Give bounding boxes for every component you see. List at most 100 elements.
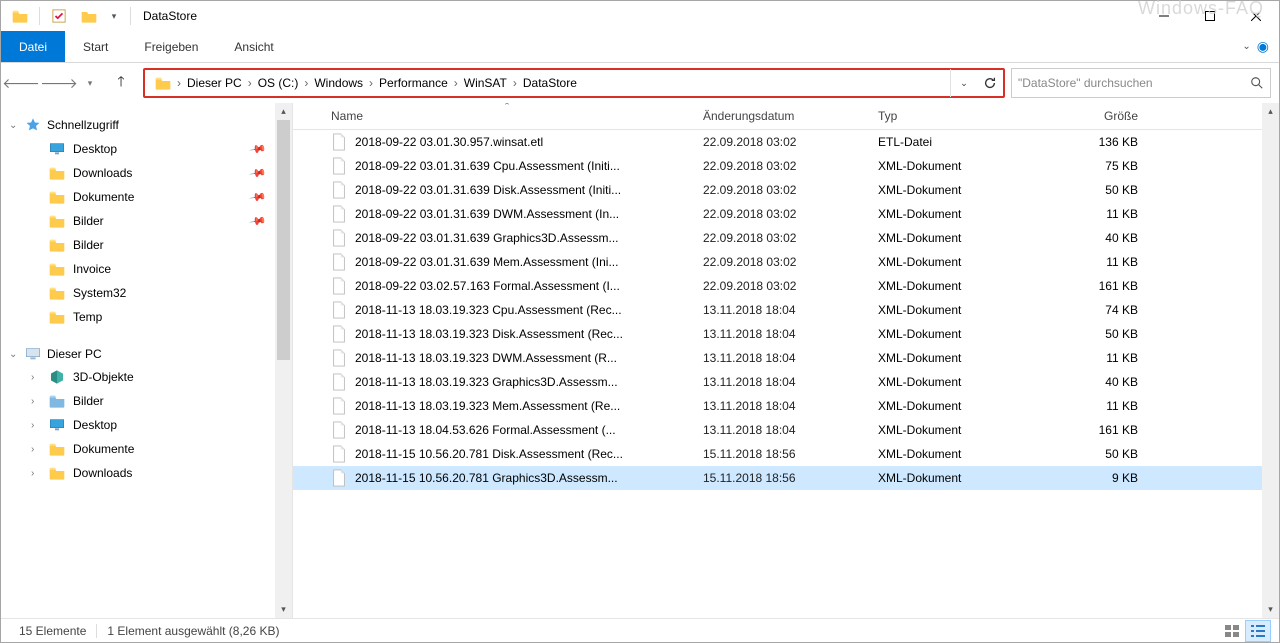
file-type: ETL-Datei bbox=[868, 135, 1038, 149]
file-rows: 2018-09-22 03.01.30.957.winsat.etl22.09.… bbox=[293, 130, 1279, 490]
properties-button[interactable] bbox=[46, 3, 72, 29]
scroll-down-icon[interactable]: ▾ bbox=[275, 601, 292, 618]
file-row[interactable]: 2018-09-22 03.02.57.163 Formal.Assessmen… bbox=[293, 274, 1279, 298]
chevron-right-icon[interactable]: › bbox=[31, 420, 34, 431]
file-row[interactable]: 2018-09-22 03.01.31.639 Disk.Assessment … bbox=[293, 178, 1279, 202]
chevron-right-icon[interactable]: › bbox=[246, 76, 254, 90]
file-row[interactable]: 2018-11-13 18.03.19.323 Graphics3D.Asses… bbox=[293, 370, 1279, 394]
content-area: ⌄ Schnellzugriff Desktop📌Downloads📌Dokum… bbox=[1, 103, 1279, 618]
tree-item[interactable]: Dokumente📌 bbox=[1, 185, 275, 209]
tree-item[interactable]: ›Downloads bbox=[1, 461, 275, 485]
tab-share[interactable]: Freigeben bbox=[126, 31, 216, 62]
tree-item[interactable]: System32 bbox=[1, 281, 275, 305]
column-name[interactable]: ⌃ Name bbox=[321, 109, 693, 123]
breadcrumb-segment[interactable]: Performance bbox=[375, 76, 452, 90]
breadcrumb-root-icon[interactable] bbox=[151, 76, 175, 90]
recent-dropdown[interactable]: ▾ bbox=[81, 69, 99, 97]
tree-item[interactable]: Invoice bbox=[1, 257, 275, 281]
file-size: 136 KB bbox=[1038, 135, 1148, 149]
breadcrumb-segment[interactable]: Windows bbox=[310, 76, 367, 90]
pin-icon: 📌 bbox=[249, 188, 268, 207]
quick-access-header[interactable]: ⌄ Schnellzugriff bbox=[1, 113, 275, 137]
forward-button[interactable]: 🡒 bbox=[43, 69, 75, 97]
file-date: 13.11.2018 18:04 bbox=[693, 327, 868, 341]
tab-start[interactable]: Start bbox=[65, 31, 126, 62]
file-icon bbox=[331, 277, 355, 295]
tab-file[interactable]: Datei bbox=[1, 31, 65, 62]
maximize-button[interactable] bbox=[1187, 1, 1233, 31]
chevron-right-icon[interactable]: › bbox=[367, 76, 375, 90]
file-row[interactable]: 2018-11-13 18.03.19.323 Cpu.Assessment (… bbox=[293, 298, 1279, 322]
chevron-right-icon[interactable]: › bbox=[175, 76, 183, 90]
chevron-right-icon[interactable]: › bbox=[31, 468, 34, 479]
search-icon[interactable] bbox=[1250, 76, 1264, 90]
tree-item[interactable]: Temp bbox=[1, 305, 275, 329]
column-type[interactable]: Typ bbox=[868, 109, 1038, 123]
chevron-right-icon[interactable]: › bbox=[511, 76, 519, 90]
chevron-down-icon[interactable]: ⌄ bbox=[9, 120, 17, 131]
navpane-scrollbar[interactable]: ▴ ▾ bbox=[275, 103, 292, 618]
tree-item-label: Dokumente bbox=[73, 442, 134, 456]
file-row[interactable]: 2018-11-13 18.03.19.323 Disk.Assessment … bbox=[293, 322, 1279, 346]
file-row[interactable]: 2018-11-13 18.03.19.323 Mem.Assessment (… bbox=[293, 394, 1279, 418]
search-input[interactable] bbox=[1018, 76, 1250, 90]
minimize-button[interactable] bbox=[1141, 1, 1187, 31]
search-box[interactable] bbox=[1011, 68, 1271, 98]
file-name: 2018-09-22 03.01.31.639 Graphics3D.Asses… bbox=[355, 231, 618, 245]
breadcrumb-segment[interactable]: DataStore bbox=[519, 76, 581, 90]
breadcrumb-segment[interactable]: OS (C:) bbox=[254, 76, 303, 90]
file-row[interactable]: 2018-11-13 18.03.19.323 DWM.Assessment (… bbox=[293, 346, 1279, 370]
chevron-right-icon[interactable]: › bbox=[31, 444, 34, 455]
help-icon[interactable]: ◉ bbox=[1257, 38, 1269, 55]
tree-item[interactable]: › Dokumente bbox=[1, 437, 275, 461]
view-details-button[interactable] bbox=[1245, 620, 1271, 642]
tree-item[interactable]: Bilder📌 bbox=[1, 209, 275, 233]
file-row[interactable]: 2018-09-22 03.01.31.639 Mem.Assessment (… bbox=[293, 250, 1279, 274]
chevron-down-icon[interactable]: ⌄ bbox=[9, 349, 17, 360]
file-row[interactable]: 2018-11-15 10.56.20.781 Disk.Assessment … bbox=[293, 442, 1279, 466]
chevron-right-icon[interactable]: › bbox=[302, 76, 310, 90]
file-type: XML-Dokument bbox=[868, 183, 1038, 197]
status-selection: 1 Element ausgewählt (8,26 KB) bbox=[97, 624, 289, 638]
address-dropdown-button[interactable]: ⌄ bbox=[951, 69, 977, 97]
breadcrumb-segment[interactable]: Dieser PC bbox=[183, 76, 246, 90]
back-button[interactable]: 🡐 bbox=[5, 69, 37, 97]
ribbon-expand-icon[interactable]: ⌄ bbox=[1242, 41, 1250, 52]
file-row[interactable]: 2018-09-22 03.01.31.639 Graphics3D.Asses… bbox=[293, 226, 1279, 250]
tree-item[interactable]: ›3D-Objekte bbox=[1, 365, 275, 389]
breadcrumb-segment[interactable]: WinSAT bbox=[460, 76, 511, 90]
close-button[interactable] bbox=[1233, 1, 1279, 31]
scroll-up-icon[interactable]: ▴ bbox=[1262, 103, 1279, 120]
tab-view[interactable]: Ansicht bbox=[216, 31, 291, 62]
refresh-button[interactable] bbox=[977, 69, 1003, 97]
new-folder-button[interactable] bbox=[76, 3, 102, 29]
qat-dropdown-button[interactable]: ▾ bbox=[106, 3, 122, 29]
tree-item[interactable]: Bilder bbox=[1, 233, 275, 257]
chevron-right-icon[interactable]: › bbox=[31, 396, 34, 407]
tree-item[interactable]: ›Bilder bbox=[1, 389, 275, 413]
tree-item[interactable]: Downloads📌 bbox=[1, 161, 275, 185]
chevron-right-icon[interactable]: › bbox=[452, 76, 460, 90]
column-date[interactable]: Änderungsdatum bbox=[693, 109, 868, 123]
file-row[interactable]: 2018-09-22 03.01.31.639 Cpu.Assessment (… bbox=[293, 154, 1279, 178]
pictures-icon bbox=[49, 393, 65, 409]
scroll-up-icon[interactable]: ▴ bbox=[275, 103, 292, 120]
folder-icon bbox=[49, 285, 65, 301]
address-bar[interactable]: ›Dieser PC›OS (C:)›Windows›Performance›W… bbox=[143, 68, 1005, 98]
column-size[interactable]: Größe bbox=[1038, 109, 1148, 123]
scroll-down-icon[interactable]: ▾ bbox=[1262, 601, 1279, 618]
file-row[interactable]: 2018-11-15 10.56.20.781 Graphics3D.Asses… bbox=[293, 466, 1279, 490]
tree-item[interactable]: ›Desktop bbox=[1, 413, 275, 437]
up-button[interactable]: 🡑 bbox=[105, 69, 137, 97]
view-large-icons-button[interactable] bbox=[1219, 620, 1245, 642]
title-bar: ▾ DataStore Windows-FAQ bbox=[1, 1, 1279, 31]
file-row[interactable]: 2018-09-22 03.01.31.639 DWM.Assessment (… bbox=[293, 202, 1279, 226]
this-pc-header[interactable]: ⌄ Dieser PC bbox=[1, 343, 275, 365]
file-date: 22.09.2018 03:02 bbox=[693, 207, 868, 221]
file-size: 11 KB bbox=[1038, 255, 1148, 269]
chevron-right-icon[interactable]: › bbox=[31, 372, 34, 383]
file-row[interactable]: 2018-09-22 03.01.30.957.winsat.etl22.09.… bbox=[293, 130, 1279, 154]
file-row[interactable]: 2018-11-13 18.04.53.626 Formal.Assessmen… bbox=[293, 418, 1279, 442]
listpane-scrollbar[interactable]: ▴ ▾ bbox=[1262, 103, 1279, 618]
tree-item[interactable]: Desktop📌 bbox=[1, 137, 275, 161]
